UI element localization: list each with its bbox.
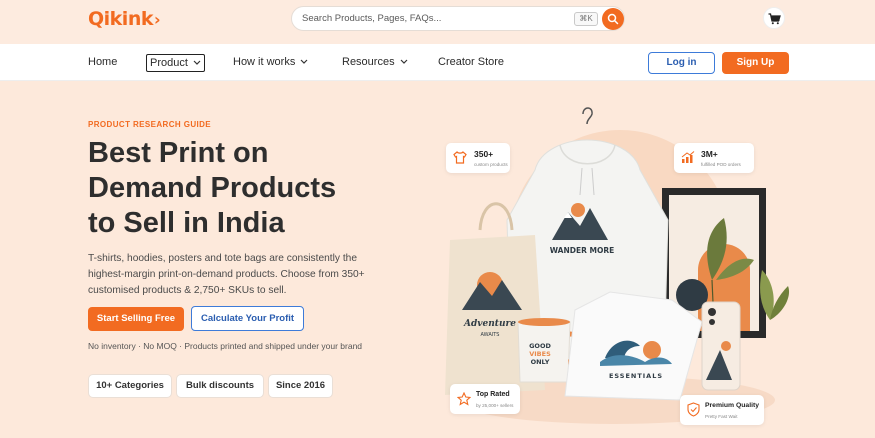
tote-print-text: Adventure: [463, 319, 516, 329]
nav-home[interactable]: Home: [88, 56, 117, 68]
nav-how-it-works-label: How it works: [233, 56, 296, 68]
search-icon: [607, 13, 619, 25]
brand-name: Qikink: [88, 8, 153, 30]
feature-pill: Since 2016: [268, 374, 333, 398]
main-nav: Home Product How it works Resources Crea…: [0, 44, 875, 81]
start-selling-button[interactable]: Start Selling Free: [88, 307, 184, 331]
search-bar[interactable]: Search Products, Pages, FAQs... ⌘K: [291, 6, 625, 31]
shield-icon: [687, 402, 700, 417]
tshirt-icon: [453, 151, 467, 164]
chevron-down-icon: [300, 56, 308, 68]
search-input[interactable]: Search Products, Pages, FAQs...: [302, 13, 441, 24]
nav-product[interactable]: Product: [146, 54, 205, 72]
stat-caption: by 25,000+ sellers: [476, 403, 514, 408]
hero-title-line: Demand Products: [88, 172, 337, 204]
growth-chart-icon: [681, 151, 695, 163]
nav-resources[interactable]: Resources: [342, 56, 408, 68]
top-bar: Qikink› Search Products, Pages, FAQs... …: [0, 0, 875, 44]
tee-print-text: ESSENTIALS: [609, 372, 663, 380]
nav-resources-label: Resources: [342, 56, 395, 68]
hero-title-line: Best Print on: [88, 137, 269, 169]
stat-caption: Pretty Fast Wait: [705, 414, 738, 419]
mug-text-line: GOOD: [529, 342, 551, 350]
cart-icon: [768, 13, 781, 25]
hero-note: No inventory · No MOQ · Products printed…: [88, 341, 363, 351]
logo-chevron-icon: ›: [153, 10, 161, 29]
stat-caption: custom products: [474, 162, 508, 167]
mug-text-line: VIBES: [529, 350, 551, 358]
stat-card-rating: Top Rated by 25,000+ sellers: [450, 384, 520, 414]
stat-value: 350+: [474, 149, 494, 159]
feature-pill: Bulk discounts: [176, 374, 264, 398]
hero-eyebrow: PRODUCT RESEARCH GUIDE: [88, 120, 212, 129]
tote-print-subtext: AWAITS: [481, 332, 500, 338]
hero-title-line: to Sell in India: [88, 207, 285, 239]
mug-text-line: ONLY: [531, 358, 550, 366]
cart-button[interactable]: [763, 7, 785, 29]
star-icon: [457, 392, 471, 406]
stat-value: Premium Quality: [705, 402, 760, 409]
nav-creator-store[interactable]: Creator Store: [438, 56, 504, 68]
stat-card-products: 350+ custom products: [446, 143, 510, 173]
nav-how-it-works[interactable]: How it works: [233, 56, 308, 68]
chevron-down-icon: [193, 57, 201, 69]
stat-value: 3M+: [701, 149, 718, 159]
stat-card-quality: Premium Quality Pretty Fast Wait: [680, 395, 764, 425]
calculate-profit-button[interactable]: Calculate Your Profit: [191, 306, 304, 331]
hero-title: Best Print on Demand Products to Sell in…: [88, 136, 408, 241]
hoodie-print-text: WANDER MORE: [550, 246, 615, 255]
hero-description: T-shirts, hoodies, posters and tote bags…: [88, 253, 365, 296]
stat-caption: fulfilled POD orders: [701, 162, 741, 167]
chevron-down-icon: [400, 56, 408, 68]
brand-logo[interactable]: Qikink›: [88, 8, 161, 30]
feature-pill: 10+ Categories: [88, 374, 172, 398]
search-button[interactable]: [602, 8, 624, 30]
stat-value: Top Rated: [476, 391, 510, 398]
login-button[interactable]: Log in: [648, 52, 715, 74]
nav-product-label: Product: [150, 57, 188, 69]
hero-illustration: WANDER MORE Adventure AWAITS GOOD VIBES …: [440, 100, 790, 438]
stat-card-orders: 3M+ fulfilled POD orders: [674, 143, 754, 173]
search-shortcut-badge: ⌘K: [574, 12, 598, 26]
signup-button[interactable]: Sign Up: [722, 52, 789, 74]
